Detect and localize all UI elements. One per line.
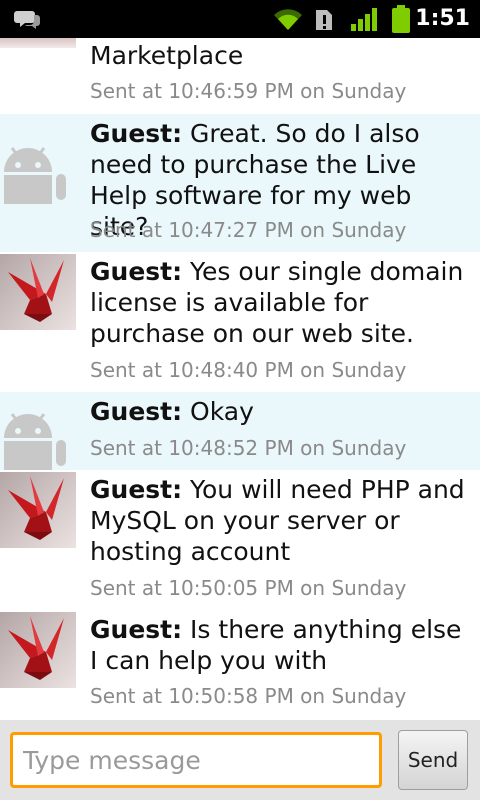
message-timestamp: Sent at 10:46:59 PM on Sunday xyxy=(90,79,407,103)
message-input[interactable] xyxy=(10,732,382,788)
chat-message: Guest: Great. So do I also need to purch… xyxy=(0,114,480,252)
message-author: Guest: xyxy=(90,257,183,286)
status-time: 1:51 xyxy=(415,6,470,31)
message-timestamp: Sent at 10:50:58 PM on Sunday xyxy=(90,684,407,708)
message-author: Guest: xyxy=(90,119,183,148)
message-text: Guest: Yes our single domain license is … xyxy=(90,256,470,349)
chat-message: Guest: You will need PHP and MySQL on yo… xyxy=(0,470,480,610)
notification-alert-icon xyxy=(316,10,332,30)
message-timestamp: Sent at 10:48:52 PM on Sunday xyxy=(90,436,407,460)
message-author: Guest: xyxy=(90,475,183,504)
send-button[interactable]: Send xyxy=(398,730,468,790)
compose-bar: Send xyxy=(0,720,480,800)
message-text: Marketplace xyxy=(90,40,470,71)
chat-message: Guest: Okay Sent at 10:48:52 PM on Sunda… xyxy=(0,392,480,470)
message-body: Marketplace xyxy=(90,41,244,70)
chat-message: Guest: Yes our single domain license is … xyxy=(0,252,480,392)
message-timestamp: Sent at 10:47:27 PM on Sunday xyxy=(90,218,407,242)
battery-icon xyxy=(392,5,410,33)
status-bar: 1:51 xyxy=(0,0,480,38)
message-list[interactable]: Marketplace Sent at 10:46:59 PM on Sunda… xyxy=(0,38,480,720)
chat-notification-icon xyxy=(14,11,40,29)
chat-message: Marketplace Sent at 10:46:59 PM on Sunda… xyxy=(0,38,480,114)
android-avatar-icon xyxy=(0,394,76,470)
chat-message: Guest: Is there anything else I can help… xyxy=(0,610,480,720)
avatar-partial xyxy=(0,38,76,48)
android-avatar-icon xyxy=(0,128,76,204)
signal-icon xyxy=(351,8,377,31)
message-author: Guest: xyxy=(90,615,183,644)
message-timestamp: Sent at 10:50:05 PM on Sunday xyxy=(90,576,407,600)
message-text: Guest: You will need PHP and MySQL on yo… xyxy=(90,474,470,567)
origami-crane-avatar xyxy=(0,612,76,688)
message-text: Guest: Is there anything else I can help… xyxy=(90,614,470,676)
wifi-icon xyxy=(274,9,302,31)
origami-crane-avatar xyxy=(0,472,76,548)
message-author: Guest: xyxy=(90,397,183,426)
message-timestamp: Sent at 10:48:40 PM on Sunday xyxy=(90,358,407,382)
origami-crane-avatar xyxy=(0,254,76,330)
message-body: Okay xyxy=(182,397,254,426)
message-text: Guest: Okay xyxy=(90,396,470,427)
